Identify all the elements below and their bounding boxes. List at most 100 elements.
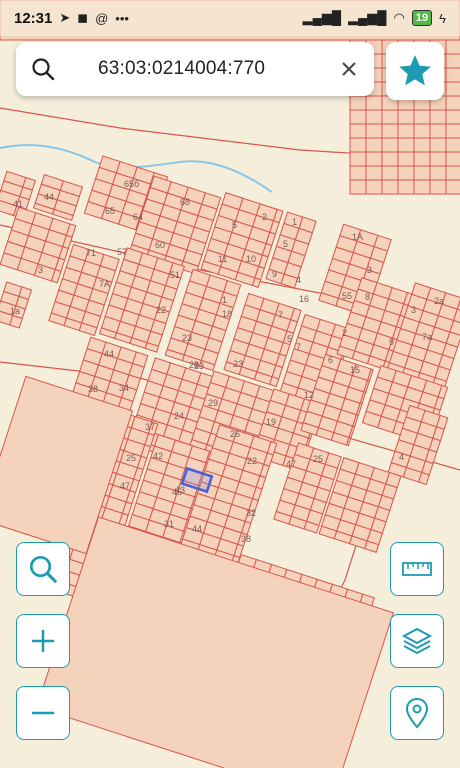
- minus-icon: [32, 711, 54, 715]
- charging-icon: ϟ: [439, 10, 446, 26]
- search-icon[interactable]: [16, 42, 70, 96]
- battery-level: 19: [411, 10, 433, 26]
- block-label: 47: [286, 459, 296, 469]
- at-icon: @: [95, 10, 109, 26]
- parcel[interactable]: [445, 53, 460, 69]
- parcel[interactable]: [349, 137, 367, 153]
- parcel[interactable]: [365, 179, 383, 195]
- parcel[interactable]: [349, 151, 367, 167]
- parcel[interactable]: [381, 165, 399, 181]
- parcel[interactable]: [413, 165, 431, 181]
- layers-icon: [401, 627, 433, 655]
- parcel[interactable]: [349, 123, 367, 139]
- signal-icon: ▂▄▆█: [348, 10, 387, 25]
- parcel[interactable]: [365, 123, 383, 139]
- block-label: 8: [365, 292, 370, 302]
- block-label: 16: [299, 294, 309, 304]
- parcel[interactable]: [429, 165, 447, 181]
- parcel[interactable]: [397, 165, 415, 181]
- parcel[interactable]: [365, 95, 383, 111]
- parcel[interactable]: [381, 151, 399, 167]
- block-label: 64: [133, 212, 143, 222]
- block-label: 7а: [422, 332, 432, 342]
- search-icon: [29, 555, 57, 583]
- parcel[interactable]: [397, 109, 415, 125]
- parcel[interactable]: [365, 109, 383, 125]
- parcel[interactable]: [381, 123, 399, 139]
- parcel[interactable]: [445, 165, 460, 181]
- block-label: 1: [292, 217, 297, 227]
- parcel[interactable]: [397, 179, 415, 195]
- parcel[interactable]: [429, 151, 447, 167]
- parcel[interactable]: [445, 67, 460, 83]
- block-label: 65: [105, 206, 115, 216]
- block-label: 22: [156, 305, 166, 315]
- parcel[interactable]: [413, 123, 431, 139]
- plus-icon: [32, 630, 54, 652]
- parcel[interactable]: [445, 137, 460, 153]
- parcel[interactable]: [349, 179, 367, 195]
- parcel[interactable]: [413, 179, 431, 195]
- parcel[interactable]: [429, 179, 447, 195]
- wifi-icon: ◠: [393, 10, 405, 25]
- block-label: 57: [117, 247, 127, 257]
- parcel[interactable]: [349, 109, 367, 125]
- block-label: 60: [155, 240, 165, 250]
- block-label: 9: [272, 269, 277, 279]
- parcel[interactable]: [381, 137, 399, 153]
- block-label: 38: [241, 534, 251, 544]
- block-label: 42: [153, 451, 163, 461]
- search-input[interactable]: 63:03:0214004:770: [70, 58, 324, 80]
- parcel[interactable]: [413, 151, 431, 167]
- ruler-button[interactable]: [390, 542, 444, 596]
- parcel[interactable]: [397, 123, 415, 139]
- block-label: 1: [222, 295, 227, 305]
- block-label: 44: [44, 192, 54, 202]
- block-label: 51: [170, 270, 180, 280]
- telegram-icon: ➤: [59, 10, 71, 25]
- parcel[interactable]: [365, 165, 383, 181]
- parcel[interactable]: [365, 151, 383, 167]
- close-icon[interactable]: [324, 42, 374, 96]
- parcel[interactable]: [445, 151, 460, 167]
- block-label: 2: [342, 328, 347, 338]
- parcel[interactable]: [429, 137, 447, 153]
- layers-button[interactable]: [390, 614, 444, 668]
- block-label: 9: [389, 337, 394, 347]
- parcel[interactable]: [413, 109, 431, 125]
- parcel[interactable]: [413, 137, 431, 153]
- block-label: 23: [233, 359, 243, 369]
- parcel[interactable]: [445, 81, 460, 97]
- parcel[interactable]: [445, 95, 460, 111]
- block-label: 44: [104, 349, 114, 359]
- parcel[interactable]: [397, 137, 415, 153]
- location-button[interactable]: [390, 686, 444, 740]
- parcel[interactable]: [429, 109, 447, 125]
- search-map-button[interactable]: [16, 542, 70, 596]
- block-label: 47: [120, 481, 130, 491]
- parcel[interactable]: [381, 109, 399, 125]
- block-label: 65б: [124, 179, 139, 189]
- parcel[interactable]: [397, 151, 415, 167]
- parcel[interactable]: [445, 123, 460, 139]
- parcel[interactable]: [349, 165, 367, 181]
- parcel[interactable]: [445, 39, 460, 55]
- block-label: 41: [13, 199, 23, 209]
- favorite-button[interactable]: [386, 42, 444, 100]
- search-bar[interactable]: 63:03:0214004:770: [16, 42, 374, 96]
- vk-icon: ◼: [77, 10, 89, 25]
- parcel[interactable]: [349, 95, 367, 111]
- parcel[interactable]: [381, 179, 399, 195]
- parcel[interactable]: [429, 123, 447, 139]
- parcel[interactable]: [445, 179, 460, 195]
- block-label: 15: [350, 365, 360, 375]
- block-label: 31: [164, 519, 174, 529]
- block-label: 24: [174, 411, 184, 421]
- battery-icon: 19: [411, 10, 433, 26]
- zoom-in-button[interactable]: [16, 614, 70, 668]
- block-label: 12: [304, 390, 314, 400]
- zoom-out-button[interactable]: [16, 686, 70, 740]
- parcel[interactable]: [365, 137, 383, 153]
- parcel[interactable]: [445, 109, 460, 125]
- block-label: 2: [262, 212, 267, 222]
